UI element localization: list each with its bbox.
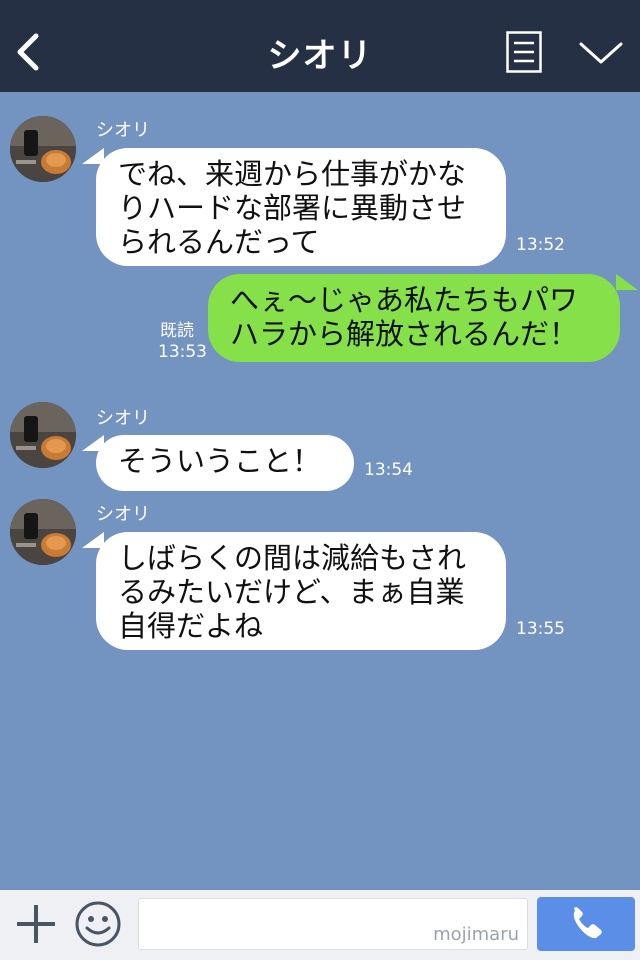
avatar[interactable]	[10, 499, 76, 565]
sender-name: シオリ	[96, 408, 150, 429]
message-input[interactable]: mojimaru	[138, 898, 528, 950]
chat-header: シオリ	[0, 0, 640, 92]
menu-list-icon[interactable]	[506, 31, 542, 73]
message-bubble[interactable]: でね、来週から仕事がかな りハードな部署に異動させ られるんだって	[96, 148, 506, 266]
smile-icon[interactable]	[74, 900, 122, 948]
message-bubble[interactable]: しばらくの間は減給もされ るみたいだけど、まぁ自業 自得だよね	[96, 532, 506, 650]
message-time: 13:55	[516, 619, 565, 639]
sender-name: シオリ	[96, 120, 150, 141]
message-list[interactable]: シオリ でね、来週から仕事がかな りハードな部署に異動させ られるんだって 13…	[0, 92, 640, 890]
bubble-tail	[616, 274, 638, 290]
phone-icon	[573, 907, 602, 939]
message-bubble[interactable]: そういうこと！	[96, 435, 354, 491]
avatar[interactable]	[10, 402, 76, 468]
read-status: 既読	[160, 321, 194, 341]
message-bubble[interactable]: へぇ～じゃあ私たちもパワ ハラから解放されるんだ！	[208, 274, 620, 362]
avatar[interactable]	[10, 116, 76, 182]
watermark: mojimaru	[433, 924, 519, 945]
chat-title: シオリ	[267, 36, 373, 76]
plus-icon[interactable]	[14, 902, 58, 946]
message-time: 13:54	[364, 460, 413, 480]
call-button[interactable]	[537, 897, 635, 951]
chevron-down-icon[interactable]	[578, 40, 624, 66]
message-time: 13:53	[158, 342, 207, 362]
message-time: 13:52	[516, 235, 565, 255]
sender-name: シオリ	[96, 504, 150, 525]
